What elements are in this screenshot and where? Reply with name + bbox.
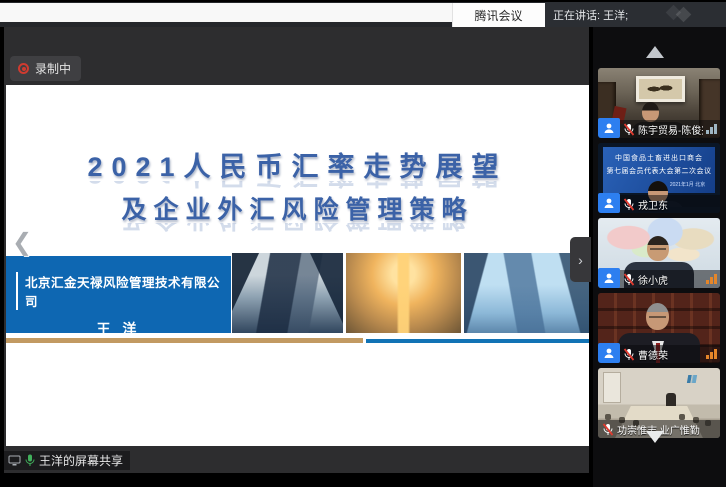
scene-decoration — [603, 372, 621, 403]
participant-tile-5[interactable]: 功崇惟志 业广惟勤 — [598, 368, 720, 438]
participant-name: 功崇惟志 业广惟勤 — [617, 422, 717, 437]
signal-icon — [706, 274, 717, 284]
record-icon — [18, 63, 29, 74]
mic-muted-icon — [602, 423, 614, 436]
share-label: 王洋的屏幕共享 — [39, 452, 123, 469]
scene-decoration — [650, 248, 666, 250]
projected-text: 第七届会员代表大会第二次会议 — [603, 166, 715, 176]
avatar-icon — [598, 268, 620, 288]
avatar-icon — [598, 193, 620, 213]
participant-tiles: 陈宇贸易-陈俊兴 中国食品土畜进出口商会 第七届会员代表大会第二次会议 2021… — [598, 68, 720, 443]
avatar-icon — [598, 343, 620, 363]
collapse-panel-button[interactable]: › — [570, 237, 591, 282]
avatar-icon — [598, 118, 620, 138]
scene-decoration — [605, 414, 611, 420]
prev-slide-icon: ❮ — [12, 228, 32, 257]
speaking-bar: 正在讲话: 王洋; — [545, 2, 726, 27]
participant-tile-2[interactable]: 中国食品土畜进出口商会 第七届会员代表大会第二次会议 2021年1月 北京 — [598, 143, 720, 213]
recording-label: 录制中 — [35, 60, 71, 77]
calligraphy-frame — [636, 76, 685, 101]
participant-body — [666, 393, 676, 406]
company-banner: 北京汇金天禄风险管理技术有限公司 王 洋 — [6, 256, 231, 333]
slide-title: 2021人民币汇率走势展望 2021人民币汇率走势展望 及企业外汇风险管理策略 … — [6, 145, 589, 238]
meeting-window: 腾讯会议 正在讲话: 王洋; 录制中 2021人民币汇率走势展望 2021人民币… — [0, 0, 726, 487]
titlebar-strip — [0, 3, 452, 22]
slide-title-reflection1: 2021人民币汇率走势展望 — [6, 181, 589, 196]
participant-namebar: 徐小虎 — [598, 270, 720, 288]
speaking-label: 正在讲话: 王洋; — [553, 7, 628, 23]
app-tab-label: 腾讯会议 — [474, 7, 522, 24]
divider-gold — [6, 338, 363, 343]
participant-name: 徐小虎 — [638, 272, 703, 287]
slide-title-line1: 2021人民币汇率走势展望 — [6, 145, 589, 184]
slide-photo-strip — [232, 253, 589, 333]
titlebar: 腾讯会议 正在讲话: 王洋; — [0, 0, 726, 27]
scene-decoration — [681, 375, 703, 383]
signal-icon — [706, 124, 717, 134]
app-tab[interactable]: 腾讯会议 — [452, 3, 545, 27]
participant-name: 陈宇贸易-陈俊兴 — [638, 122, 703, 137]
participant-name: 戎卫东 — [638, 197, 717, 212]
company-name: 北京汇金天禄风险管理技术有限公司 — [16, 272, 231, 310]
shared-screen-area: 录制中 2021人民币汇率走势展望 2021人民币汇率走势展望 及企业外汇风险管… — [4, 27, 589, 473]
skyline-photo-dark — [232, 253, 343, 333]
participant-tile-1[interactable]: 陈宇贸易-陈俊兴 — [598, 68, 720, 138]
meeting-logo-icon — [668, 7, 702, 23]
participant-namebar: 曹德荣 — [598, 345, 720, 363]
mic-on-icon — [25, 454, 35, 467]
participant-tile-4[interactable]: 曹德荣 — [598, 293, 720, 363]
mic-muted-icon — [623, 123, 635, 136]
divider-blue — [366, 339, 589, 343]
signal-icon — [706, 349, 717, 359]
chevron-right-icon: › — [578, 252, 583, 268]
slide-title-reflection2: 及企业外汇风险管理策略 — [6, 223, 589, 238]
mic-muted-icon — [623, 273, 635, 286]
participant-face — [642, 102, 659, 122]
participant-namebar: 戎卫东 — [598, 195, 720, 213]
projected-text: 中国食品土畜进出口商会 — [603, 153, 715, 163]
screen-share-icon — [8, 455, 21, 466]
scene-decoration — [649, 316, 666, 318]
participant-name: 曹德荣 — [638, 347, 703, 362]
mic-muted-icon — [623, 348, 635, 361]
participants-sidebar: 陈宇贸易-陈俊兴 中国食品土畜进出口商会 第七届会员代表大会第二次会议 2021… — [593, 27, 726, 487]
skyline-photo-sunset — [346, 253, 461, 333]
presenter-name: 王 洋 — [6, 319, 231, 339]
participant-tile-3[interactable]: 徐小虎 — [598, 218, 720, 288]
mic-muted-icon — [623, 198, 635, 211]
screen-share-badge: 王洋的屏幕共享 — [4, 451, 130, 470]
presentation-slide: 2021人民币汇率走势展望 2021人民币汇率走势展望 及企业外汇风险管理策略 … — [6, 85, 589, 446]
scroll-down-icon[interactable] — [646, 431, 664, 443]
participant-namebar: 陈宇贸易-陈俊兴 — [598, 120, 720, 138]
scroll-up-icon[interactable] — [646, 46, 664, 58]
recording-indicator[interactable]: 录制中 — [10, 56, 81, 81]
